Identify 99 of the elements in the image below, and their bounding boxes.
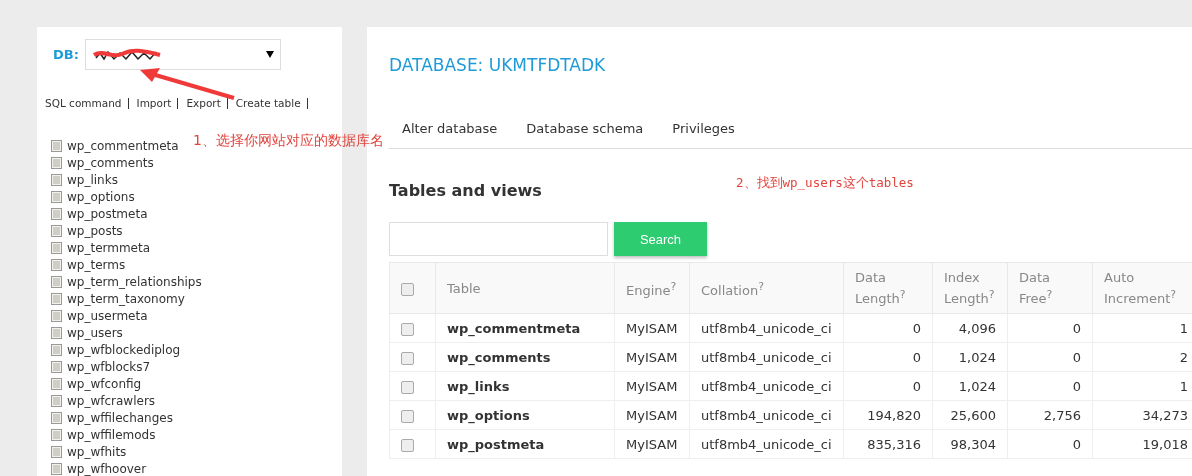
checkbox[interactable] xyxy=(401,322,414,336)
table-icon xyxy=(51,360,62,373)
table-icon xyxy=(51,445,62,458)
table-link[interactable]: wp_comments xyxy=(67,155,154,170)
table-link[interactable]: wp_terms xyxy=(67,257,126,272)
table-cell: 0 xyxy=(843,371,933,401)
table-link[interactable]: wp_wfhits xyxy=(67,444,127,459)
table-icon xyxy=(51,309,62,322)
table-icon xyxy=(51,428,62,441)
column-header: Table xyxy=(435,262,615,314)
table-cell: utf8mb4_unicode_ci xyxy=(689,371,844,401)
table-link[interactable]: wp_links xyxy=(67,172,118,187)
table-cell: 98,304 xyxy=(932,429,1008,459)
column-header: Data Length$^{?}$ xyxy=(843,262,933,314)
table-link[interactable]: wp_users xyxy=(67,325,123,340)
table-link[interactable]: wp_posts xyxy=(67,223,123,238)
redaction-drawing xyxy=(91,47,162,62)
caret-icon xyxy=(265,51,274,58)
table-icon xyxy=(51,326,62,339)
table-cell: MyISAM xyxy=(614,342,690,372)
table-icon xyxy=(51,258,62,271)
sidebar-link[interactable]: SQL command xyxy=(45,98,129,109)
table-cell: 0 xyxy=(1007,371,1093,401)
sidebar-link[interactable]: Import xyxy=(136,98,179,109)
table-cell: 0 xyxy=(1007,342,1093,372)
table-icon xyxy=(51,224,62,237)
table-link[interactable]: wp_commentmeta xyxy=(67,138,179,153)
checkbox[interactable] xyxy=(401,351,414,365)
table-cell: 25,600 xyxy=(932,400,1008,430)
table-cell: 1,024 xyxy=(932,371,1008,401)
annotation-text: 1、选择你网站对应的数据库名 xyxy=(193,132,384,150)
table-cell: wp_links xyxy=(435,371,615,401)
table-cell: 0 xyxy=(843,313,933,343)
table-icon xyxy=(51,275,62,288)
table-cell: utf8mb4_unicode_ci xyxy=(689,313,844,343)
table-cell: 2,756 xyxy=(1007,400,1093,430)
table-cell: utf8mb4_unicode_ci xyxy=(689,400,844,430)
page-title: DATABASE: UKMTFDTADK xyxy=(389,55,607,75)
table-cell: 1,024 xyxy=(932,342,1008,372)
table-icon xyxy=(51,343,62,356)
column-header: Collation$^{?}$ xyxy=(689,262,844,314)
table-link[interactable]: wp_options xyxy=(67,189,135,204)
table-link[interactable]: wp_termmeta xyxy=(67,240,151,255)
table-link[interactable]: wp_postmeta xyxy=(67,206,148,221)
sidebar-link[interactable]: Create table xyxy=(235,98,308,109)
table-cell: 0 xyxy=(1007,313,1093,343)
table-icon xyxy=(51,139,62,152)
table-link[interactable]: wp_wfhoover xyxy=(67,461,147,476)
sidebar-link[interactable]: Export xyxy=(186,98,228,109)
tab[interactable]: Database schema xyxy=(513,117,660,148)
table-cell: 0 xyxy=(843,342,933,372)
table-link[interactable]: wp_wffilemods xyxy=(67,427,156,442)
table-cell: utf8mb4_unicode_ci xyxy=(689,429,844,459)
table-cell: MyISAM xyxy=(614,371,690,401)
table-cell: 194,820 xyxy=(843,400,933,430)
table-icon xyxy=(51,394,62,407)
checkbox[interactable] xyxy=(401,438,414,452)
table-cell: wp_postmeta xyxy=(435,429,615,459)
column-header: Data Free$^{?}$ xyxy=(1007,262,1093,314)
section-title: Tables and views xyxy=(389,181,542,200)
table-link[interactable]: wp_wfblockediplog xyxy=(67,342,181,357)
table-cell: MyISAM xyxy=(614,400,690,430)
column-header: Index Length$^{?}$ xyxy=(932,262,1008,314)
table-icon xyxy=(51,241,62,254)
table-link[interactable]: wp_wffilechanges xyxy=(67,410,173,425)
database-select[interactable] xyxy=(84,39,281,70)
table-cell: wp_comments xyxy=(435,342,615,372)
checkbox[interactable] xyxy=(401,380,414,394)
table-link[interactable]: wp_wfblocks7 xyxy=(67,359,151,374)
checkbox[interactable] xyxy=(401,409,414,423)
table-icon xyxy=(51,173,62,186)
table-link[interactable]: wp_usermeta xyxy=(67,308,148,323)
table-cell: 0 xyxy=(1007,429,1093,459)
tab[interactable]: Privileges xyxy=(659,117,751,148)
table-icon xyxy=(51,411,62,424)
table-icon xyxy=(51,292,62,305)
table-link[interactable]: wp_wfconfig xyxy=(67,376,142,391)
table-link[interactable]: wp_wfcrawlers xyxy=(67,393,156,408)
annotation-text: 2、找到wp_users这个tables xyxy=(736,175,914,192)
table-icon xyxy=(51,190,62,203)
table-cell: MyISAM xyxy=(614,429,690,459)
table-icon xyxy=(51,207,62,220)
table-icon xyxy=(51,377,62,390)
table-cell: 4,096 xyxy=(932,313,1008,343)
column-header: Auto Increment$^{?}$ xyxy=(1092,262,1192,314)
table-cell: MyISAM xyxy=(614,313,690,343)
table-icon xyxy=(51,462,62,475)
table-icon xyxy=(51,156,62,169)
checkbox[interactable] xyxy=(401,282,414,296)
db-label: DB: xyxy=(53,47,79,62)
table-cell: utf8mb4_unicode_ci xyxy=(689,342,844,372)
column-header: Engine$^{?}$ xyxy=(614,262,690,314)
search-field[interactable] xyxy=(389,222,608,256)
table-link[interactable]: wp_term_taxonomy xyxy=(67,291,185,306)
table-cell: wp_commentmeta xyxy=(435,313,615,343)
table-link[interactable]: wp_term_relationships xyxy=(67,274,202,289)
table-cell: wp_options xyxy=(435,400,615,430)
table-cell: 835,316 xyxy=(843,429,933,459)
tab[interactable]: Alter database xyxy=(389,117,514,148)
